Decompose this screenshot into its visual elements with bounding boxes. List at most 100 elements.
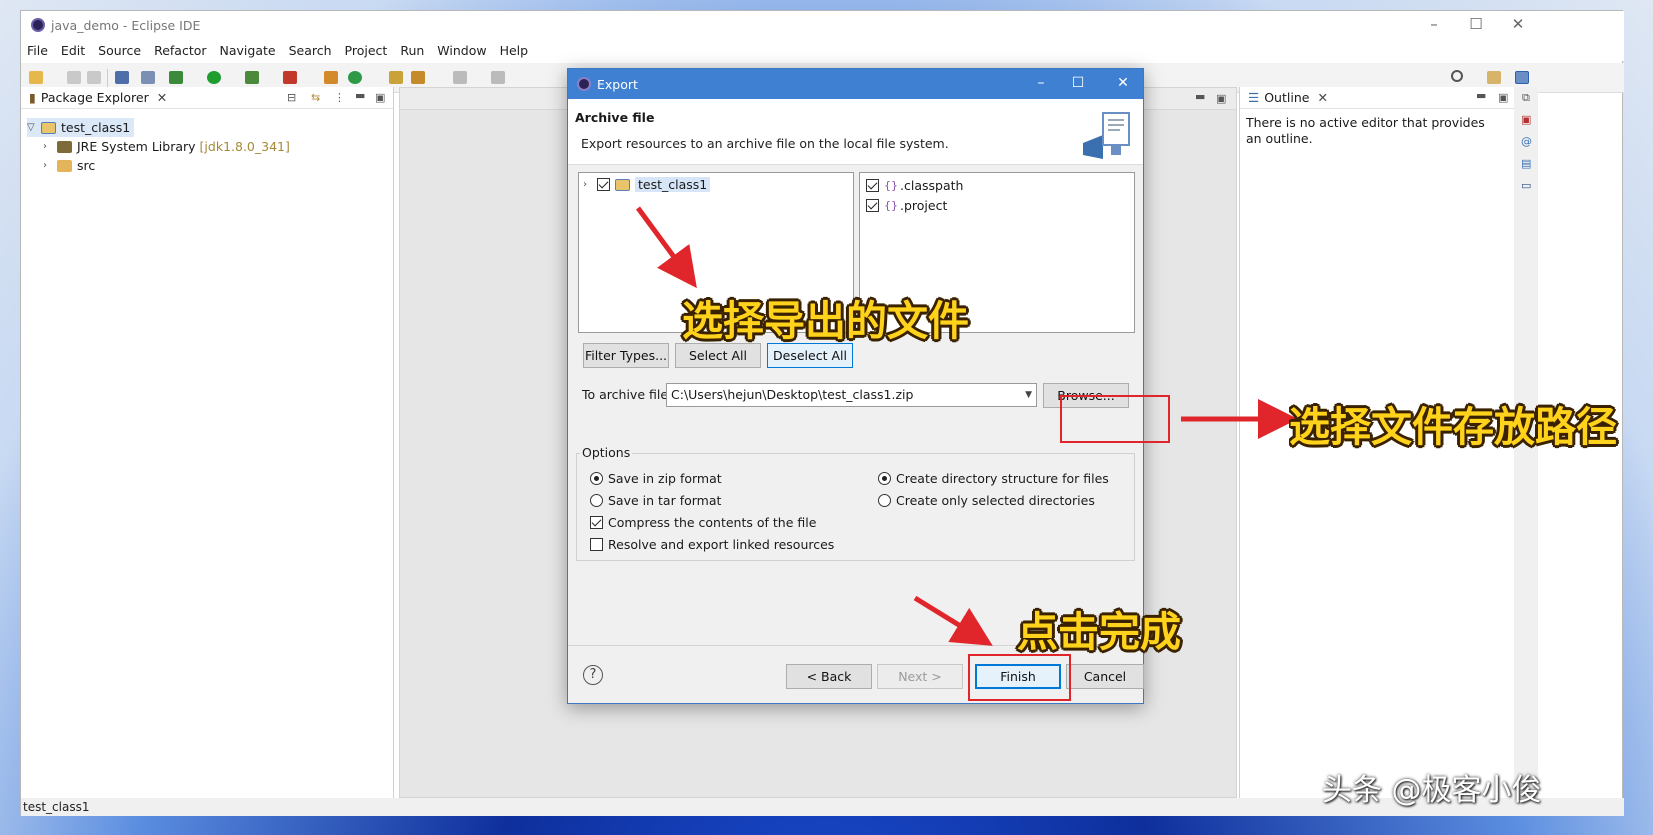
tree-item-src[interactable]: › src [43, 156, 95, 175]
tree-item-project[interactable]: ▽ test_class1 [27, 118, 135, 137]
save-tar-radio[interactable]: Save in tar format [590, 493, 721, 508]
menu-run[interactable]: Run [400, 43, 424, 58]
help-icon[interactable]: ? [583, 665, 603, 685]
annotation-choose-path: 选择文件存放路径 [1289, 403, 1617, 451]
next-annotation-icon[interactable] [453, 71, 467, 84]
dialog-maximize-icon[interactable]: ☐ [1068, 75, 1088, 91]
search-tool-icon[interactable] [411, 71, 425, 84]
file-item-classpath[interactable]: {} .classpath [866, 176, 963, 195]
debug-icon[interactable] [169, 71, 183, 84]
resolve-links-checkbox[interactable]: Resolve and export linked resources [590, 537, 834, 552]
checkbox-indicator[interactable] [590, 516, 603, 529]
link-editor-icon[interactable]: ⇆ [311, 92, 321, 103]
new-java-project-icon[interactable] [324, 71, 338, 84]
declaration-icon[interactable]: ▤ [1521, 158, 1531, 169]
save-tar-label: Save in tar format [608, 493, 722, 508]
menu-help[interactable]: Help [500, 43, 529, 58]
java-perspective-icon[interactable] [1515, 71, 1529, 84]
maximize-icon[interactable]: ☐ [1468, 17, 1484, 32]
external-tools-icon[interactable] [283, 71, 297, 84]
classpath-checkbox[interactable] [866, 179, 879, 192]
javadoc-icon[interactable]: @ [1521, 136, 1532, 147]
project-checkbox[interactable] [597, 178, 610, 191]
cancel-button[interactable]: Cancel [1066, 664, 1144, 689]
compress-checkbox[interactable]: Compress the contents of the file [590, 515, 816, 530]
library-icon [57, 140, 72, 153]
radio-indicator[interactable] [590, 494, 603, 507]
chevron-right-icon[interactable]: › [583, 179, 593, 190]
menu-file[interactable]: File [27, 43, 48, 58]
open-perspective-icon[interactable] [1487, 71, 1501, 84]
console-icon[interactable]: ▭ [1521, 180, 1531, 191]
filter-types-button[interactable]: Filter Types... [583, 343, 669, 368]
menu-edit[interactable]: Edit [61, 43, 85, 58]
next-button[interactable]: Next > [877, 664, 963, 689]
coverage-icon[interactable] [245, 71, 259, 84]
file-item-project[interactable]: {} .project [866, 196, 947, 215]
archive-wizard-icon [1083, 112, 1130, 159]
wizard-page-title: Archive file [575, 110, 655, 125]
save-icon[interactable] [67, 71, 81, 84]
close-tab-icon[interactable]: ✕ [1317, 90, 1327, 105]
chevron-right-icon[interactable]: › [43, 141, 53, 152]
project-folder-icon [615, 178, 630, 191]
restore-icon[interactable]: ⧉ [1522, 92, 1532, 103]
wizard-page-description: Export resources to an archive file on t… [581, 136, 949, 151]
eclipse-logo-icon [577, 77, 591, 91]
dialog-close-icon[interactable]: ✕ [1113, 75, 1133, 91]
close-icon[interactable]: ✕ [1510, 17, 1526, 32]
new-class-icon[interactable] [348, 71, 362, 84]
archive-path-combo[interactable]: C:\Users\hejun\Desktop\test_class1.zip ▼ [666, 383, 1037, 407]
chevron-down-icon[interactable]: ▽ [27, 122, 37, 133]
checkbox-indicator[interactable] [590, 538, 603, 551]
radio-indicator[interactable] [878, 472, 891, 485]
outline-tab[interactable]: ☰ Outline ✕ ▬ ▣ [1240, 87, 1514, 109]
dialog-title: Export [597, 76, 638, 92]
dialog-minimize-icon[interactable]: – [1031, 75, 1051, 91]
collapse-all-icon[interactable]: ⊟ [287, 92, 297, 103]
prev-annotation-icon[interactable] [491, 71, 505, 84]
search-icon[interactable] [1451, 70, 1463, 82]
create-dir-radio[interactable]: Create directory structure for files [878, 471, 1109, 486]
menu-source[interactable]: Source [98, 43, 141, 58]
save-all-icon[interactable] [87, 71, 101, 84]
menu-navigate[interactable]: Navigate [220, 43, 276, 58]
radio-indicator[interactable] [590, 472, 603, 485]
maximize-view-icon[interactable]: ▣ [375, 92, 385, 103]
save-zip-radio[interactable]: Save in zip format [590, 471, 722, 486]
tree-item-jre[interactable]: › JRE System Library [jdk1.8.0_341] [43, 137, 290, 156]
package-explorer-tab[interactable]: ▮ Package Explorer ✕ ⊟ ⇆ ⋮ ▬ ▣ [21, 87, 393, 109]
run-icon[interactable] [207, 71, 221, 84]
menu-search[interactable]: Search [289, 43, 332, 58]
file-item-label: .classpath [900, 178, 964, 193]
terminal-icon[interactable] [115, 71, 129, 84]
new-icon[interactable] [29, 71, 43, 84]
create-selected-radio[interactable]: Create only selected directories [878, 493, 1095, 508]
maximize-editor-icon[interactable]: ▣ [1216, 93, 1226, 104]
menu-project[interactable]: Project [345, 43, 388, 58]
outline-tab-label: Outline [1264, 90, 1310, 105]
jre-version-label: [jdk1.8.0_341] [199, 139, 290, 154]
minimize-view-icon[interactable]: ▬ [1476, 90, 1486, 101]
close-tab-icon[interactable]: ✕ [157, 90, 167, 105]
skip-breakpoints-icon[interactable] [141, 71, 155, 84]
radio-indicator[interactable] [878, 494, 891, 507]
project-file-checkbox[interactable] [866, 199, 879, 212]
chevron-down-icon[interactable]: ▼ [1025, 384, 1032, 406]
menu-refactor[interactable]: Refactor [154, 43, 206, 58]
maximize-view-icon[interactable]: ▣ [1498, 92, 1508, 103]
back-button[interactable]: < Back [786, 664, 872, 689]
annotation-click-finish: 点击完成 [1017, 608, 1181, 656]
problems-icon[interactable]: ▣ [1521, 114, 1531, 125]
tree-item-label: test_class1 [61, 120, 131, 135]
open-type-icon[interactable] [389, 71, 403, 84]
menu-window[interactable]: Window [437, 43, 486, 58]
minimize-view-icon[interactable]: ▬ [355, 90, 365, 101]
chevron-right-icon[interactable]: › [43, 160, 53, 171]
view-menu-icon[interactable]: ⋮ [334, 92, 345, 103]
tree-item-project[interactable]: › test_class1 [583, 175, 711, 194]
minimize-icon[interactable]: – [1426, 17, 1442, 32]
tree-item-label: JRE System Library [77, 139, 196, 154]
title-bar: java_demo - Eclipse IDE – ☐ ✕ [21, 11, 1624, 39]
minimize-editor-icon[interactable]: ▬ [1195, 91, 1205, 102]
